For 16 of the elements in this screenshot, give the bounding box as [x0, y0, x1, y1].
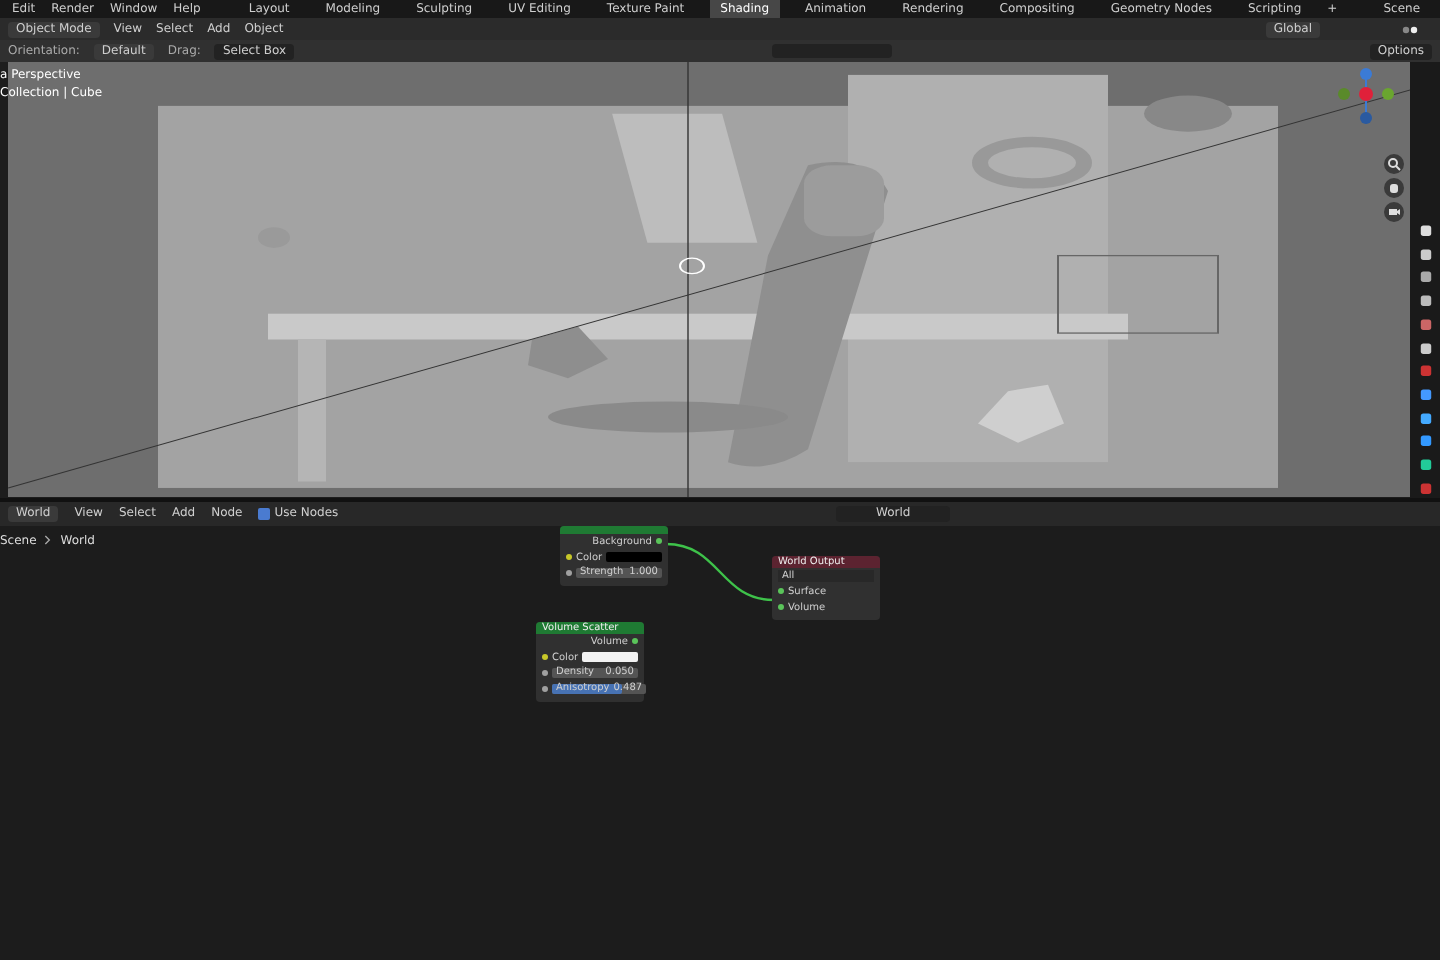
zoom-icon[interactable] [1384, 154, 1404, 174]
node-link [665, 541, 775, 601]
chevron-icon [44, 534, 53, 546]
socket-icon[interactable] [632, 638, 638, 644]
socket-icon[interactable] [566, 570, 572, 576]
socket-icon[interactable] [542, 670, 548, 676]
socket-icon[interactable] [778, 588, 784, 594]
camera-icon[interactable] [1384, 202, 1404, 222]
socket-icon[interactable] [566, 554, 572, 560]
checkbox-icon[interactable] [258, 507, 271, 519]
color-swatch[interactable] [582, 652, 638, 662]
socket-icon[interactable] [656, 538, 662, 544]
socket-icon[interactable] [778, 604, 784, 610]
socket-icon[interactable] [542, 686, 548, 692]
color-swatch[interactable] [606, 552, 662, 562]
socket-icon[interactable] [542, 654, 548, 660]
